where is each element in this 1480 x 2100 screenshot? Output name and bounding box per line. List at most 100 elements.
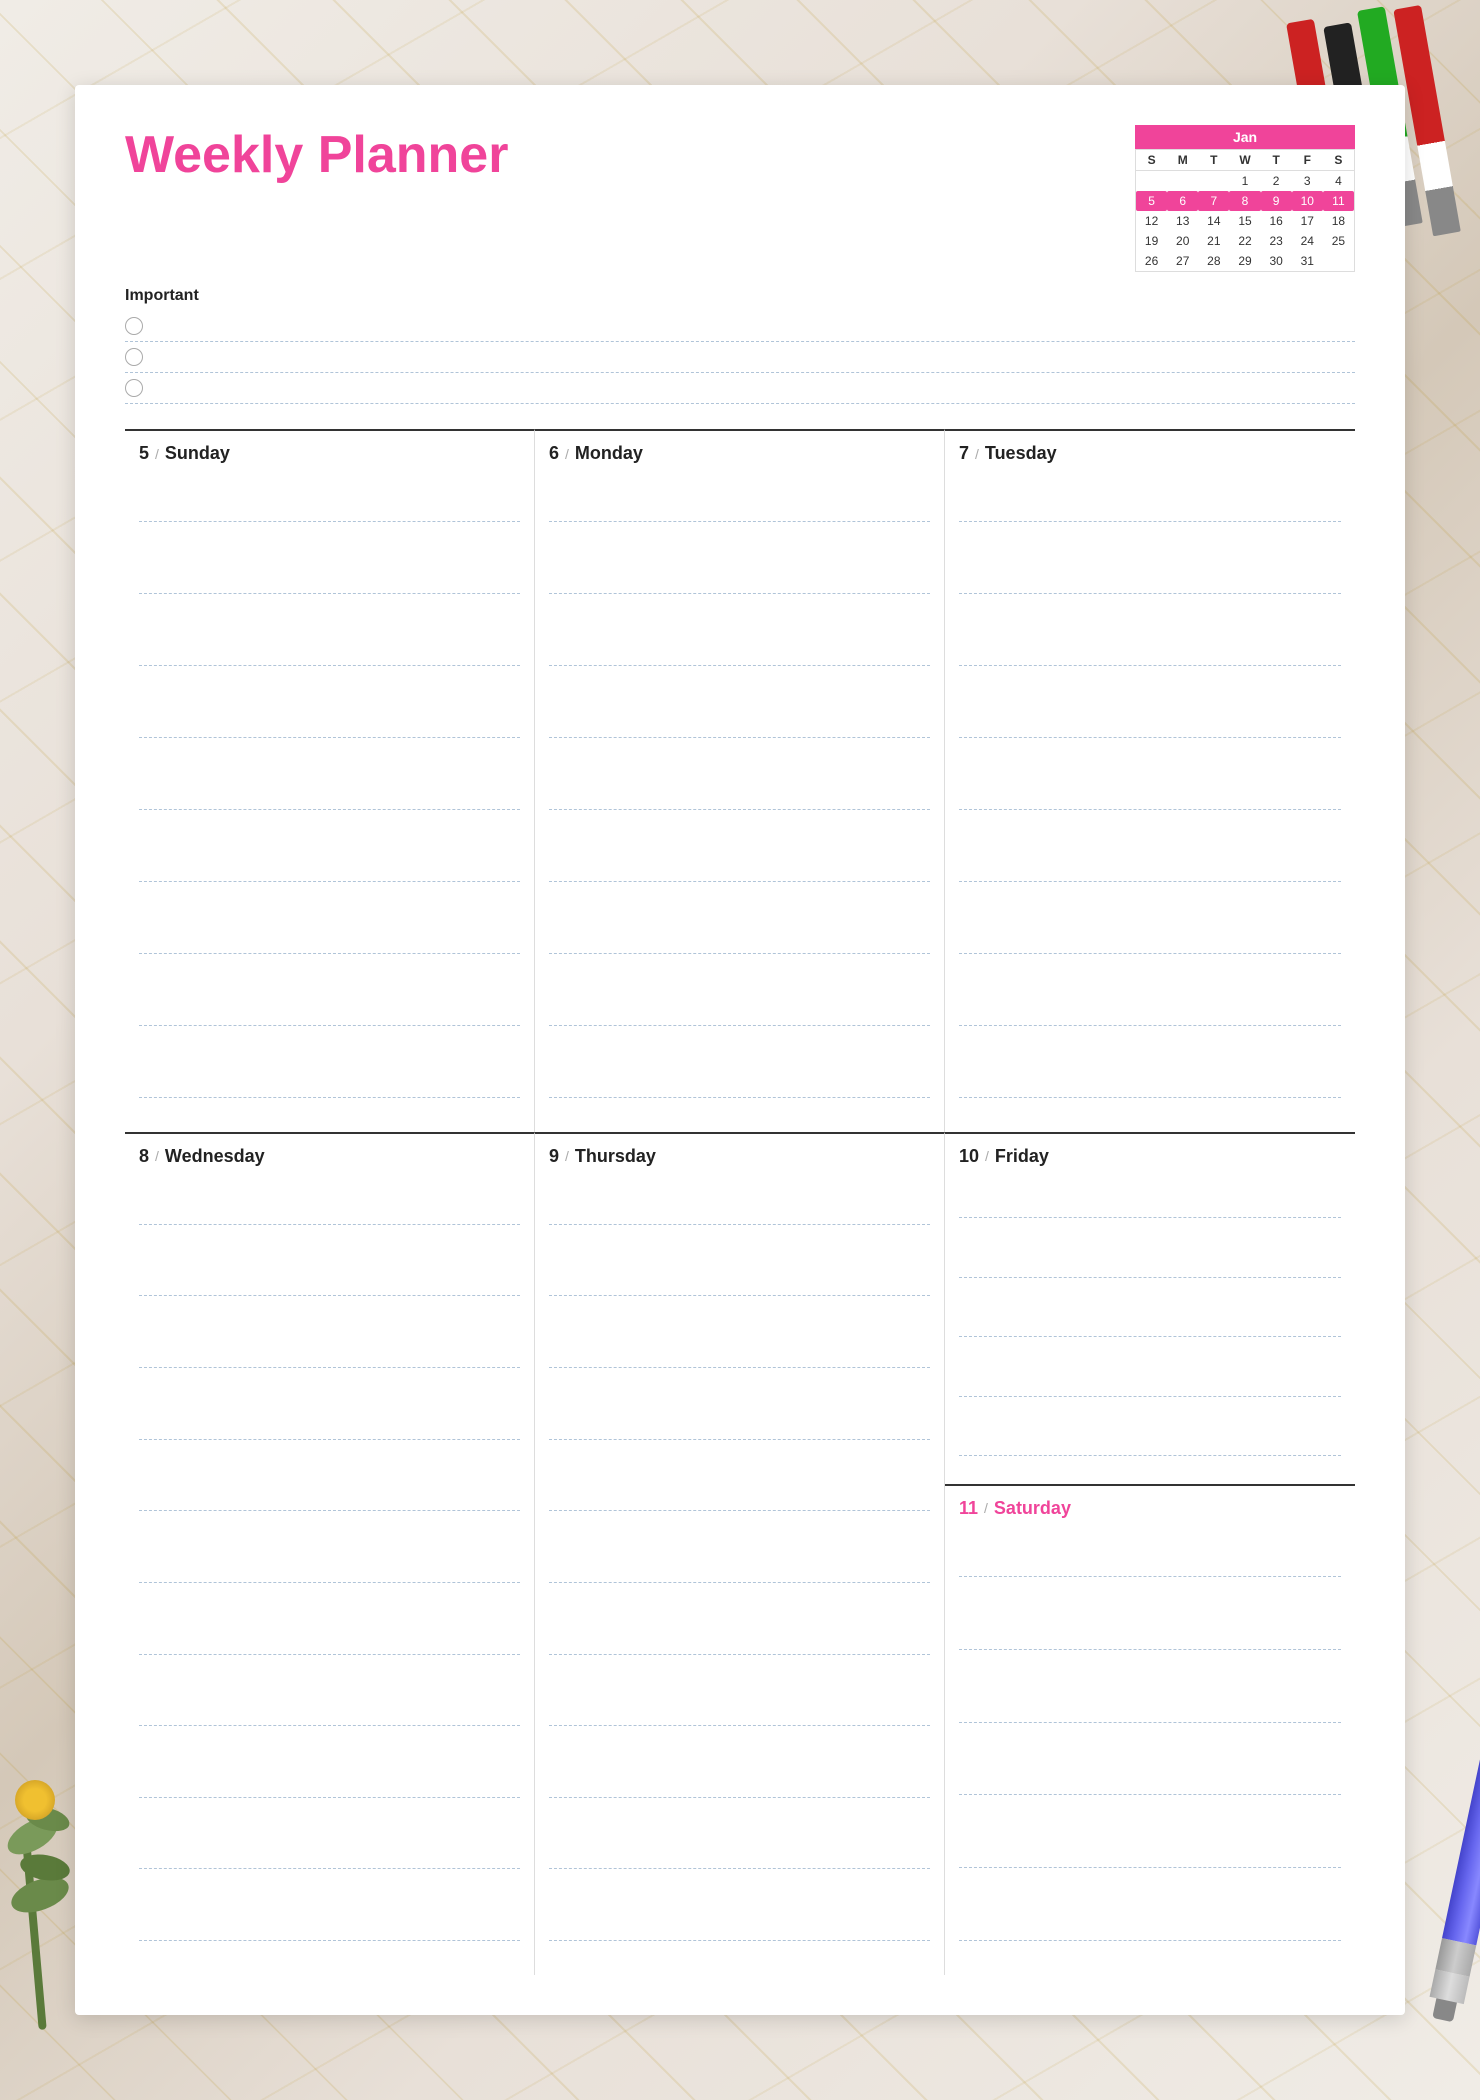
thursday-header: 9 / Thursday (549, 1146, 930, 1167)
friday-line[interactable] (959, 1250, 1341, 1278)
mini-calendar: Jan S M T W T F S 1 2 3 4 (1135, 125, 1355, 272)
saturday-line[interactable] (959, 1913, 1341, 1941)
saturday-line[interactable] (959, 1695, 1341, 1723)
important-label: Important (125, 287, 1355, 305)
thursday-line[interactable] (549, 1627, 930, 1655)
tuesday-slash: / (975, 446, 979, 462)
saturday-line[interactable] (959, 1840, 1341, 1868)
sunday-num: 5 (139, 443, 149, 464)
wednesday-line[interactable] (139, 1197, 520, 1225)
checkbox-2[interactable] (125, 348, 143, 366)
sunday-line[interactable] (139, 926, 520, 954)
cal-day-7: 7 (1198, 191, 1229, 211)
sunday-line[interactable] (139, 638, 520, 666)
friday-line[interactable] (959, 1369, 1341, 1397)
thursday-line[interactable] (549, 1698, 930, 1726)
monday-name: Monday (575, 443, 643, 464)
monday-line[interactable] (549, 926, 930, 954)
thursday-line[interactable] (549, 1340, 930, 1368)
cal-day-25: 25 (1323, 231, 1354, 251)
wednesday-line[interactable] (139, 1268, 520, 1296)
wednesday-line[interactable] (139, 1627, 520, 1655)
wednesday-line[interactable] (139, 1340, 520, 1368)
important-item-1[interactable] (125, 311, 1355, 342)
friday-line[interactable] (959, 1190, 1341, 1218)
cal-day-empty (1136, 171, 1167, 191)
sunday-line[interactable] (139, 1070, 520, 1098)
wednesday-header: 8 / Wednesday (139, 1146, 520, 1167)
friday-line[interactable] (959, 1309, 1341, 1337)
tuesday-line[interactable] (959, 494, 1341, 522)
saturday-line[interactable] (959, 1622, 1341, 1650)
thursday-line[interactable] (549, 1268, 930, 1296)
cal-day-5: 5 (1136, 191, 1167, 211)
checkbox-3[interactable] (125, 379, 143, 397)
sunday-line[interactable] (139, 782, 520, 810)
cal-day-15: 15 (1229, 211, 1260, 231)
thursday-line[interactable] (549, 1770, 930, 1798)
sunday-line[interactable] (139, 854, 520, 882)
tuesday-line[interactable] (959, 1070, 1341, 1098)
thursday-line[interactable] (549, 1197, 930, 1225)
sunday-line[interactable] (139, 494, 520, 522)
wednesday-line[interactable] (139, 1770, 520, 1798)
monday-line[interactable] (549, 494, 930, 522)
monday-lines[interactable] (549, 472, 930, 1120)
wednesday-line[interactable] (139, 1412, 520, 1440)
cal-day-header-w: W (1229, 150, 1260, 171)
thursday-line[interactable] (549, 1555, 930, 1583)
tuesday-line[interactable] (959, 566, 1341, 594)
sunday-line[interactable] (139, 566, 520, 594)
planner-header: Weekly Planner Jan S M T W T F S (125, 125, 1355, 272)
wednesday-line[interactable] (139, 1913, 520, 1941)
cal-day-4: 4 (1323, 171, 1354, 191)
thursday-line[interactable] (549, 1913, 930, 1941)
monday-line[interactable] (549, 710, 930, 738)
thursday-line[interactable] (549, 1412, 930, 1440)
friday-name: Friday (995, 1146, 1049, 1167)
cal-day-1: 1 (1229, 171, 1260, 191)
wednesday-lines[interactable] (139, 1175, 520, 1963)
important-item-2[interactable] (125, 342, 1355, 373)
thursday-line[interactable] (549, 1483, 930, 1511)
wednesday-line[interactable] (139, 1483, 520, 1511)
cal-day-header-s2: S (1323, 150, 1354, 171)
monday-line[interactable] (549, 998, 930, 1026)
tuesday-line[interactable] (959, 998, 1341, 1026)
thursday-lines[interactable] (549, 1175, 930, 1963)
cal-day-18: 18 (1323, 211, 1354, 231)
cal-day-8: 8 (1229, 191, 1260, 211)
tuesday-lines[interactable] (959, 472, 1341, 1120)
monday-line[interactable] (549, 782, 930, 810)
wednesday-line[interactable] (139, 1841, 520, 1869)
monday-line[interactable] (549, 854, 930, 882)
sunday-line[interactable] (139, 998, 520, 1026)
monday-line[interactable] (549, 638, 930, 666)
wednesday-line[interactable] (139, 1555, 520, 1583)
planner-paper: Weekly Planner Jan S M T W T F S (75, 85, 1405, 2015)
friday-lines[interactable] (959, 1175, 1341, 1472)
tuesday-line[interactable] (959, 854, 1341, 882)
saturday-lines[interactable] (959, 1527, 1341, 1963)
tuesday-line[interactable] (959, 710, 1341, 738)
important-item-3[interactable] (125, 373, 1355, 404)
cal-day-10: 10 (1292, 191, 1323, 211)
wednesday-line[interactable] (139, 1698, 520, 1726)
cal-day-empty (1198, 171, 1229, 191)
tuesday-line[interactable] (959, 926, 1341, 954)
saturday-line[interactable] (959, 1549, 1341, 1577)
friday-line[interactable] (959, 1428, 1341, 1456)
calendar-grid: S M T W T F S 1 2 3 4 5 6 (1135, 149, 1355, 272)
monday-line[interactable] (549, 1070, 930, 1098)
days-row-2: 8 / Wednesday (125, 1132, 1355, 1975)
sunday-lines[interactable] (139, 472, 520, 1120)
tuesday-line[interactable] (959, 638, 1341, 666)
checkbox-1[interactable] (125, 317, 143, 335)
thursday-line[interactable] (549, 1841, 930, 1869)
saturday-line[interactable] (959, 1767, 1341, 1795)
sunday-line[interactable] (139, 710, 520, 738)
monday-line[interactable] (549, 566, 930, 594)
tuesday-line[interactable] (959, 782, 1341, 810)
day-monday-block: 6 / Monday (535, 429, 945, 1132)
planner-title: Weekly Planner (125, 125, 508, 185)
